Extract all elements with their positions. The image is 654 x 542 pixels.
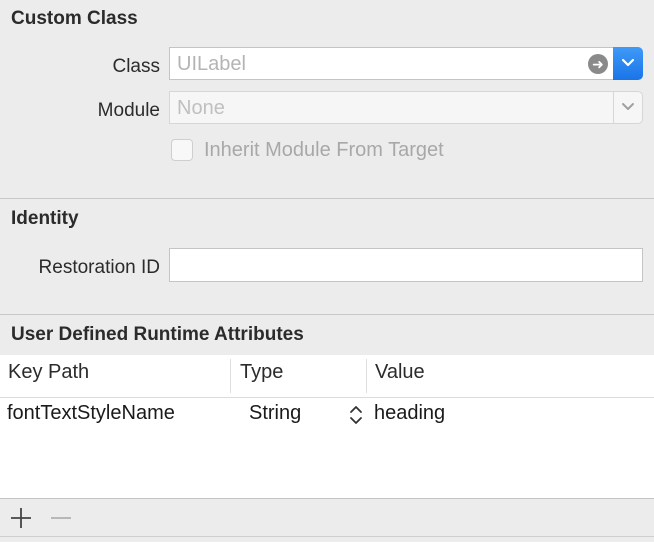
header-separator: [0, 397, 654, 398]
column-separator: [230, 359, 231, 393]
runtime-attributes-table: Key Path Type Value fontTextStyleName St…: [0, 355, 654, 499]
module-label: Module: [97, 100, 160, 121]
identity-title: Identity: [11, 208, 79, 229]
row-type[interactable]: String: [249, 402, 301, 425]
chevron-down-icon: [622, 103, 634, 110]
class-input[interactable]: UILabel ➜: [169, 47, 615, 80]
class-input-placeholder: UILabel: [177, 53, 246, 75]
module-input[interactable]: None: [169, 91, 615, 124]
plus-icon[interactable]: [8, 505, 34, 531]
chevron-down-icon: [621, 58, 635, 67]
bottom-divider: [0, 536, 654, 537]
runtime-attributes-title: User Defined Runtime Attributes: [11, 324, 304, 345]
section-divider: [0, 198, 654, 199]
column-header-value[interactable]: Value: [375, 361, 425, 384]
custom-class-title: Custom Class: [11, 8, 138, 29]
row-key-path[interactable]: fontTextStyleName: [7, 402, 175, 425]
module-dropdown-button[interactable]: [613, 91, 643, 124]
arrow-right-circle-icon[interactable]: ➜: [588, 54, 608, 74]
column-separator: [366, 359, 367, 393]
class-dropdown-button[interactable]: [613, 47, 643, 80]
module-input-placeholder: None: [177, 97, 225, 119]
column-header-key-path[interactable]: Key Path: [8, 361, 89, 384]
column-header-type[interactable]: Type: [240, 361, 283, 384]
section-divider: [0, 314, 654, 315]
row-value[interactable]: heading: [374, 402, 445, 425]
restoration-id-input[interactable]: [169, 248, 643, 282]
class-label: Class: [112, 56, 160, 77]
restoration-id-label: Restoration ID: [38, 257, 160, 278]
inherit-module-label: Inherit Module From Target: [204, 139, 444, 161]
inherit-module-checkbox[interactable]: [171, 139, 193, 161]
up-down-chevron-icon[interactable]: [347, 402, 365, 428]
minus-icon[interactable]: [48, 505, 74, 531]
